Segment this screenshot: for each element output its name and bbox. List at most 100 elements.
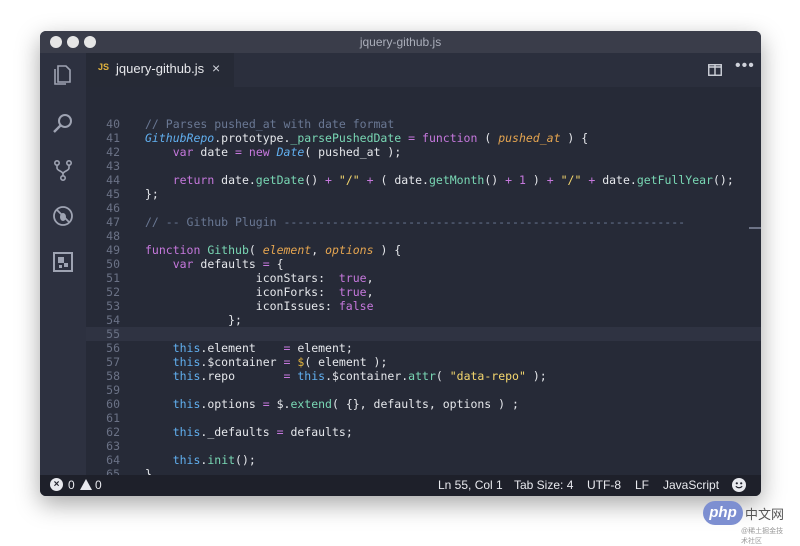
code-token: this bbox=[172, 341, 201, 355]
line-code: } bbox=[145, 467, 152, 475]
warning-count[interactable]: 0 bbox=[95, 478, 102, 492]
line-number: 61 bbox=[106, 411, 120, 425]
code-line[interactable]: 61 bbox=[86, 411, 761, 425]
code-token: ( bbox=[435, 369, 450, 383]
code-line[interactable]: 42 var date = new Date( pushed_at ); bbox=[86, 145, 761, 159]
code-line[interactable]: 56 this.element = element; bbox=[86, 341, 761, 355]
line-code: iconStars: true, bbox=[145, 271, 374, 285]
code-token: = bbox=[276, 425, 284, 439]
code-line[interactable]: 52 iconForks: true, bbox=[86, 285, 761, 299]
search-icon[interactable] bbox=[51, 111, 75, 135]
line-number: 54 bbox=[106, 313, 120, 327]
language-mode[interactable]: JavaScript bbox=[663, 478, 719, 492]
code-line[interactable]: 53 iconIssues: false bbox=[86, 299, 761, 313]
code-line[interactable]: 55 bbox=[86, 327, 761, 341]
editor-window: jquery-github.js JS jquery-github.js × •… bbox=[40, 31, 761, 496]
line-code: var defaults = { bbox=[145, 257, 284, 271]
split-editor-icon[interactable] bbox=[708, 63, 722, 76]
code-line[interactable]: 48 bbox=[86, 229, 761, 243]
code-token: options bbox=[325, 243, 374, 257]
encoding[interactable]: UTF-8 bbox=[587, 478, 621, 492]
code-token: getDate bbox=[255, 173, 305, 187]
code-line[interactable]: 49 function Github( element, options ) { bbox=[86, 243, 761, 257]
close-tab-icon[interactable]: × bbox=[212, 60, 220, 76]
code-line[interactable]: 62 this._defaults = defaults; bbox=[86, 425, 761, 439]
code-token: var bbox=[172, 145, 194, 159]
code-token: ( date. bbox=[373, 173, 429, 187]
feedback-smiley-icon[interactable] bbox=[732, 478, 746, 492]
files-icon[interactable] bbox=[51, 63, 75, 87]
code-token: getFullYear bbox=[636, 173, 713, 187]
warning-icon[interactable] bbox=[80, 479, 92, 490]
code-line[interactable]: 40 // Parses pushed_at with date format bbox=[86, 117, 761, 131]
source-control-icon[interactable] bbox=[51, 158, 75, 182]
code-token: date. bbox=[595, 173, 637, 187]
code-token: + bbox=[325, 173, 332, 187]
code-line[interactable]: 58 this.repo = this.$container.attr( "da… bbox=[86, 369, 761, 383]
code-line[interactable]: 51 iconStars: true, bbox=[86, 271, 761, 285]
code-line[interactable]: 64 this.init(); bbox=[86, 453, 761, 467]
line-code: GithubRepo.prototype._parsePushedDate = … bbox=[145, 131, 588, 145]
code-token: pushed_at bbox=[498, 131, 561, 145]
line-endings[interactable]: LF bbox=[635, 478, 649, 492]
tab-size[interactable]: Tab Size: 4 bbox=[514, 478, 573, 492]
code-token: this bbox=[172, 369, 201, 383]
error-count[interactable]: 0 bbox=[68, 478, 75, 492]
code-token: defaults bbox=[193, 257, 263, 271]
code-token: true bbox=[338, 271, 367, 285]
code-line[interactable]: 45}; bbox=[86, 187, 761, 201]
code-token: ) bbox=[525, 173, 547, 187]
code-line[interactable]: 43 bbox=[86, 159, 761, 173]
error-icon[interactable]: × bbox=[50, 478, 63, 491]
code-token: attr bbox=[408, 369, 436, 383]
debug-icon[interactable] bbox=[51, 204, 75, 228]
code-token: // -- Github Plugin --------------------… bbox=[145, 215, 686, 229]
tab-bar: JS jquery-github.js × ••• bbox=[86, 53, 761, 87]
code-token: .$container. bbox=[325, 369, 409, 383]
activity-bar bbox=[40, 53, 86, 475]
line-code: this.init(); bbox=[145, 453, 256, 467]
code-line[interactable]: 44 return date.getDate() + "/" + ( date.… bbox=[86, 173, 761, 187]
code-line[interactable]: 47 // -- Github Plugin ------------------… bbox=[86, 215, 761, 229]
code-token: true bbox=[338, 285, 367, 299]
line-code: this._defaults = defaults; bbox=[145, 425, 353, 439]
code-line[interactable]: 60 this.options = $.extend( {}, defaults… bbox=[86, 397, 761, 411]
code-editor[interactable]: 40// Parses pushed_at with date format 41… bbox=[86, 87, 761, 475]
line-number: 55 bbox=[106, 327, 120, 341]
tab-label: jquery-github.js bbox=[116, 61, 205, 76]
code-line[interactable]: 59 bbox=[86, 383, 761, 397]
code-line[interactable]: 54 }; bbox=[86, 313, 761, 327]
code-line[interactable]: 65} bbox=[86, 467, 761, 475]
code-line[interactable]: 63 bbox=[86, 439, 761, 453]
line-number: 47 bbox=[106, 215, 120, 229]
window-title: jquery-github.js bbox=[359, 35, 442, 49]
line-code: var date = new Date( pushed_at ); bbox=[145, 145, 402, 159]
tab-jquery-github[interactable]: JS jquery-github.js × bbox=[86, 53, 234, 87]
code-token: (); bbox=[712, 173, 734, 187]
cursor-position[interactable]: Ln 55, Col 1 bbox=[438, 478, 503, 492]
code-token: ( element ); bbox=[304, 355, 388, 369]
code-line[interactable]: 41 GithubRepo.prototype._parsePushedDate … bbox=[86, 131, 761, 145]
code-token: return bbox=[172, 173, 215, 187]
code-token: .repo bbox=[200, 369, 284, 383]
line-number: 58 bbox=[106, 369, 120, 383]
more-actions-icon[interactable]: ••• bbox=[735, 57, 755, 75]
code-token: .$container bbox=[200, 355, 284, 369]
code-line[interactable]: 57 this.$container = $( element ); bbox=[86, 355, 761, 369]
code-token: date bbox=[193, 145, 236, 159]
code-token: .element bbox=[200, 341, 284, 355]
line-code: this.repo = this.$container.attr( "data-… bbox=[145, 369, 547, 383]
code-token: , bbox=[366, 271, 374, 285]
code-token: getMonth bbox=[428, 173, 485, 187]
watermark-logo: php bbox=[703, 501, 743, 525]
extensions-icon[interactable] bbox=[51, 250, 75, 274]
code-token: defaults; bbox=[283, 425, 353, 439]
php-watermark: php 中文网 @稀土掘金技术社区 bbox=[703, 501, 789, 545]
code-line[interactable]: 46 bbox=[86, 201, 761, 215]
code-token: { bbox=[269, 257, 284, 271]
code-line[interactable]: 50 var defaults = { bbox=[86, 257, 761, 271]
code-token: + bbox=[546, 173, 554, 187]
